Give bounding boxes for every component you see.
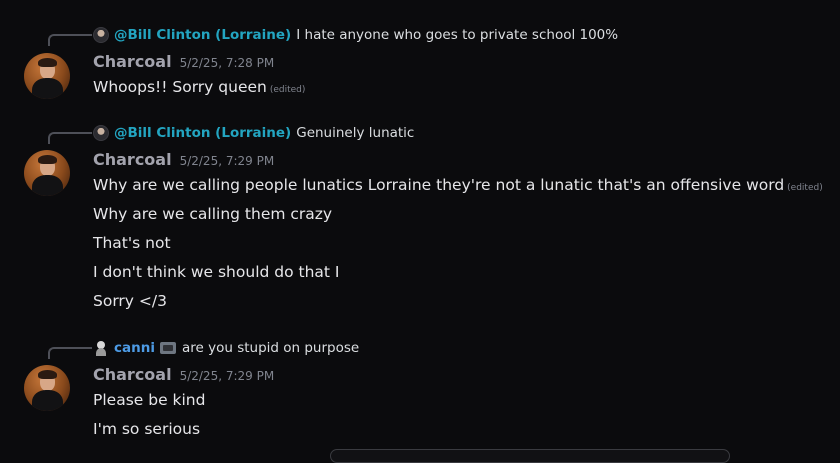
avatar-body [32, 78, 63, 99]
timestamp[interactable]: 5/2/25, 7:29 PM [180, 369, 275, 383]
message-line: Whoops!! Sorry queen (edited) [93, 78, 305, 96]
message-line: Why are we calling them crazy [93, 205, 332, 223]
avatar-hair [38, 370, 57, 379]
reply-username[interactable]: @Bill Clinton (Lorraine) [114, 27, 291, 43]
message-text: I don't think we should do that I [93, 263, 340, 281]
message-text: Sorry </3 [93, 292, 167, 310]
reply-spine [48, 34, 92, 46]
reply-username[interactable]: @Bill Clinton (Lorraine) [114, 125, 291, 141]
reply-spine [48, 132, 92, 144]
reply-spine [48, 347, 92, 359]
edited-label: (edited) [269, 85, 306, 95]
avatar-body [32, 175, 63, 196]
message-line: Sorry </3 [93, 292, 167, 310]
message-line: Please be kind [93, 391, 205, 409]
message-line: That's not [93, 234, 171, 252]
avatar[interactable] [24, 53, 70, 99]
edited-label: (edited) [787, 183, 823, 193]
message-text: Please be kind [93, 391, 206, 409]
message-line: I don't think we should do that I [93, 263, 340, 281]
message-text: That's not [93, 234, 171, 252]
reply-text: I hate anyone who goes to private school… [296, 27, 619, 43]
timestamp[interactable]: 5/2/25, 7:28 PM [180, 56, 275, 70]
reply-preview[interactable]: canni are you stupid on purpose [93, 338, 359, 358]
reply-preview[interactable]: @Bill Clinton (Lorraine) Genuinely lunat… [93, 123, 414, 143]
message-text: I'm so serious [93, 420, 201, 438]
timestamp[interactable]: 5/2/25, 7:29 PM [180, 154, 275, 168]
message-text: Why are we calling them crazy [93, 205, 333, 223]
message-text: Why are we calling people lunatics Lorra… [93, 176, 785, 194]
reply-avatar-icon [93, 27, 109, 43]
server-tag-icon [159, 342, 176, 354]
avatar-hair [38, 58, 57, 67]
avatar[interactable] [24, 150, 70, 196]
message-line: Why are we calling people lunatics Lorra… [93, 176, 823, 194]
message-line: I'm so serious [93, 420, 200, 438]
avatar[interactable] [24, 365, 70, 411]
reply-avatar-icon [93, 340, 109, 356]
message-header: Charcoal 5/2/25, 7:28 PM [93, 52, 274, 74]
message-header: Charcoal 5/2/25, 7:29 PM [93, 365, 274, 387]
message-text: Whoops!! Sorry queen [93, 78, 267, 96]
reply-text: Genuinely lunatic [296, 125, 415, 141]
avatar-hair [38, 155, 57, 164]
reply-text: are you stupid on purpose [181, 340, 360, 356]
reply-username[interactable]: canni [114, 340, 155, 356]
avatar-body [32, 390, 63, 411]
author-name[interactable]: Charcoal [93, 52, 172, 71]
reply-preview[interactable]: @Bill Clinton (Lorraine) I hate anyone w… [93, 25, 618, 45]
reply-avatar-icon [93, 125, 109, 141]
message-composer[interactable] [330, 449, 730, 463]
author-name[interactable]: Charcoal [93, 365, 172, 384]
author-name[interactable]: Charcoal [93, 150, 172, 169]
message-header: Charcoal 5/2/25, 7:29 PM [93, 150, 274, 172]
